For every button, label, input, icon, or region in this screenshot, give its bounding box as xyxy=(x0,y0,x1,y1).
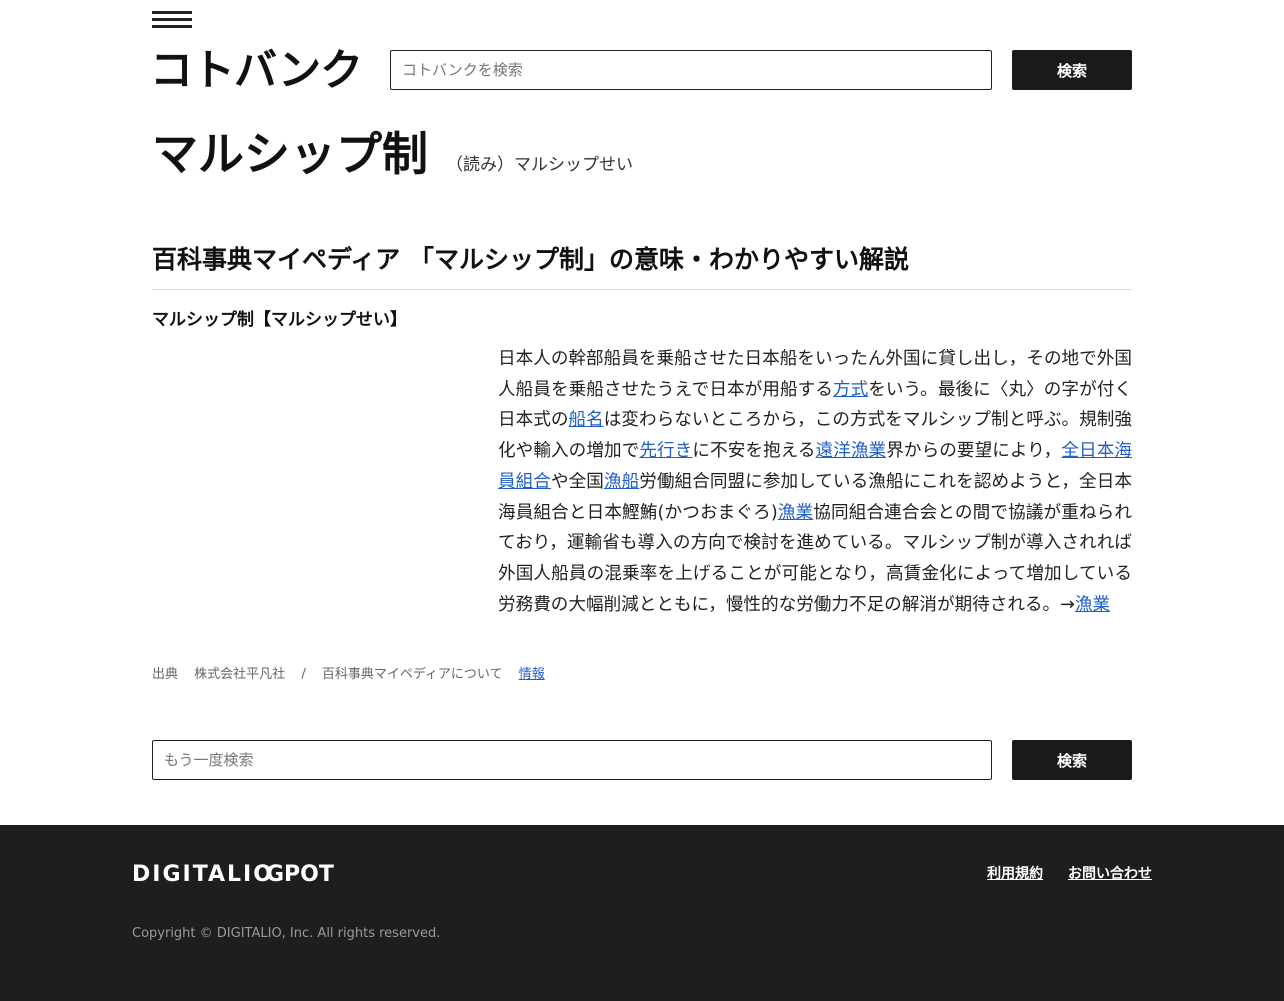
copyright: Copyright © DIGITALIO, Inc. All rights r… xyxy=(132,926,441,941)
source-label: 出典 xyxy=(152,667,179,682)
section-heading: 百科事典マイペディア 「マルシップ制」の意味・わかりやすい解説 xyxy=(152,240,909,280)
glossary-link[interactable]: 方式 xyxy=(833,380,868,400)
site-logo[interactable]: コトバンク xyxy=(150,44,363,98)
source-publisher: 株式会社平凡社 xyxy=(194,667,286,682)
menu-icon[interactable] xyxy=(152,11,192,31)
word-reading: （読み）マルシップせい xyxy=(446,155,633,175)
glossary-link[interactable]: 先行き xyxy=(639,441,692,461)
page: コトバンク 検索 マルシップ制 （読み）マルシップせい 百科事典マイペディア 「… xyxy=(0,0,1284,1001)
gpot-logo[interactable]: GPOT xyxy=(266,860,334,890)
source-about: 百科事典マイペディアについて xyxy=(321,667,503,682)
dictionary-name: 百科事典マイペディア xyxy=(152,245,401,274)
search-input[interactable] xyxy=(390,50,992,90)
footer: DIGITALIO GPOT 利用規約 お問い合わせ Copyright © D… xyxy=(0,825,1284,1001)
contact-link[interactable]: お問い合わせ xyxy=(1068,866,1152,882)
footer-links: 利用規約 お問い合わせ xyxy=(967,863,1152,885)
glossary-link[interactable]: 漁業 xyxy=(1075,595,1110,615)
body-text-segment: や全国 xyxy=(550,471,604,492)
section-subtitle: 「マルシップ制」の意味・わかりやすい解説 xyxy=(408,245,909,274)
glossary-link[interactable]: 遠洋漁業 xyxy=(816,441,887,461)
search-button[interactable]: 検索 xyxy=(1012,50,1132,90)
body-text-segment: 界からの要望により， xyxy=(886,441,1062,462)
glossary-link[interactable]: 漁船 xyxy=(604,472,639,492)
source-line: 出典 株式会社平凡社 / 百科事典マイペディアについて 情報 xyxy=(152,664,545,686)
source-separator: / xyxy=(301,667,306,682)
digitalio-logo[interactable]: DIGITALIO xyxy=(132,860,274,890)
glossary-link[interactable]: 船名 xyxy=(569,410,604,430)
divider xyxy=(152,289,1132,290)
bottom-search-button[interactable]: 検索 xyxy=(1012,740,1132,780)
page-title: マルシップ制 xyxy=(152,127,428,181)
glossary-link[interactable]: 漁業 xyxy=(778,503,814,523)
body-text-segment: に不安を抱える xyxy=(692,441,816,462)
terms-link[interactable]: 利用規約 xyxy=(987,866,1043,882)
bottom-search-input[interactable] xyxy=(152,740,992,780)
entry-body: 日本人の幹部船員を乗船させた日本船をいったん外国に貸し出し，その地で外国人船員を… xyxy=(498,344,1132,620)
entry-headword: マルシップ制【マルシップせい】 xyxy=(152,310,407,330)
source-info-link[interactable]: 情報 xyxy=(519,667,545,682)
